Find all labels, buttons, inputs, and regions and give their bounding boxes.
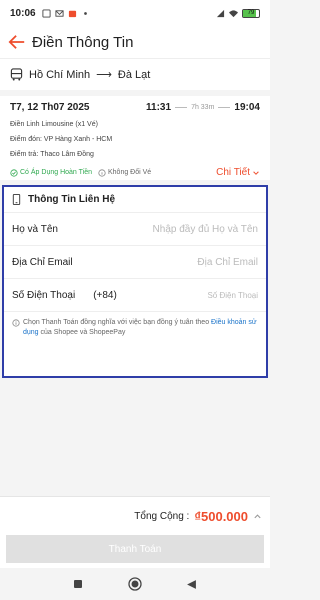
route-origin: Hồ Chí Minh (29, 68, 91, 81)
refund-policy: Có Áp Dụng Hoàn Tiền (10, 168, 92, 177)
email-input[interactable] (128, 256, 258, 268)
mail-icon (55, 9, 64, 17)
trip-pickup: Điểm đón: VP Hàng Xanh - HCM (10, 136, 113, 143)
total-label: Tổng Cộng : (134, 510, 190, 522)
battery-icon: 79 (242, 8, 260, 18)
bus-icon (10, 68, 23, 81)
name-input[interactable] (128, 223, 258, 235)
trip-duration: 7h 33m (191, 104, 215, 111)
recent-apps-button[interactable] (71, 577, 85, 591)
contact-info-section: Thông Tin Liên Hệ Họ và Tên Địa Chỉ Emai… (2, 185, 268, 378)
arrive-time: 19:04 (234, 102, 260, 113)
trip-detail-link[interactable]: Chi Tiết (216, 167, 260, 178)
home-circle-icon (128, 577, 142, 591)
route-summary: Hồ Chí Minh ⟶ Đà Lạt (0, 58, 270, 90)
back-button[interactable] (185, 577, 199, 591)
terms-notice: Chọn Thanh Toán đồng nghĩa với việc bạn … (4, 312, 266, 344)
name-row: Họ và Tên (4, 213, 266, 246)
status-bar: 10:06 79 (0, 0, 270, 26)
email-label: Địa Chỉ Email (12, 256, 73, 268)
chevron-down-icon (253, 170, 259, 175)
phone-input[interactable] (158, 290, 258, 300)
shopee-icon (68, 10, 76, 17)
pay-button[interactable]: Thanh Toán (6, 535, 264, 563)
trip-date: T7, 12 Th07 2025 (10, 102, 90, 113)
phone-row: Số Điện Thoại (+84) (4, 279, 266, 312)
wifi-icon (229, 9, 238, 17)
notification-icon (42, 8, 51, 18)
total-row[interactable]: Tổng Cộng : ₫500.000 (0, 497, 270, 535)
signal-icon (216, 9, 225, 17)
route-destination: Đà Lạt (117, 68, 151, 81)
checkout-footer: Tổng Cộng : ₫500.000 Thanh Toán (0, 496, 270, 568)
home-button[interactable] (128, 577, 142, 591)
route-arrow: ⟶ (96, 69, 112, 81)
country-code-selector[interactable]: (+84) (93, 290, 117, 301)
no-change-policy: Không Đổi Vé (98, 168, 151, 177)
name-label: Họ và Tên (12, 223, 58, 235)
system-nav-bar (0, 568, 270, 600)
app-header: Điền Thông Tin (0, 26, 270, 58)
info-icon (12, 319, 20, 327)
phone-icon (12, 194, 21, 205)
contact-header: Thông Tin Liên Hệ (4, 187, 266, 213)
square-icon (74, 580, 83, 588)
trip-card: T7, 12 Th07 2025 11:31 7h 33m 19:04 Điền… (0, 90, 270, 180)
trip-operator: Điền Linh Limousine (x1 Vé) (10, 121, 98, 128)
chevron-up-icon[interactable] (253, 512, 262, 521)
dot-icon (83, 11, 87, 15)
back-arrow-icon[interactable] (8, 33, 26, 51)
depart-time: 11:31 (146, 102, 172, 113)
total-amount: ₫500.000 (194, 508, 248, 524)
phone-label: Số Điện Thoại (12, 289, 76, 301)
triangle-back-icon (187, 579, 197, 589)
status-time: 10:06 (10, 7, 36, 19)
check-circle-icon (10, 168, 18, 177)
trip-dropoff: Điểm trả: Thaco Lâm Đồng (10, 151, 94, 158)
info-circle-icon (98, 168, 106, 177)
page-title: Điền Thông Tin (32, 33, 134, 51)
email-row: Địa Chỉ Email (4, 246, 266, 279)
